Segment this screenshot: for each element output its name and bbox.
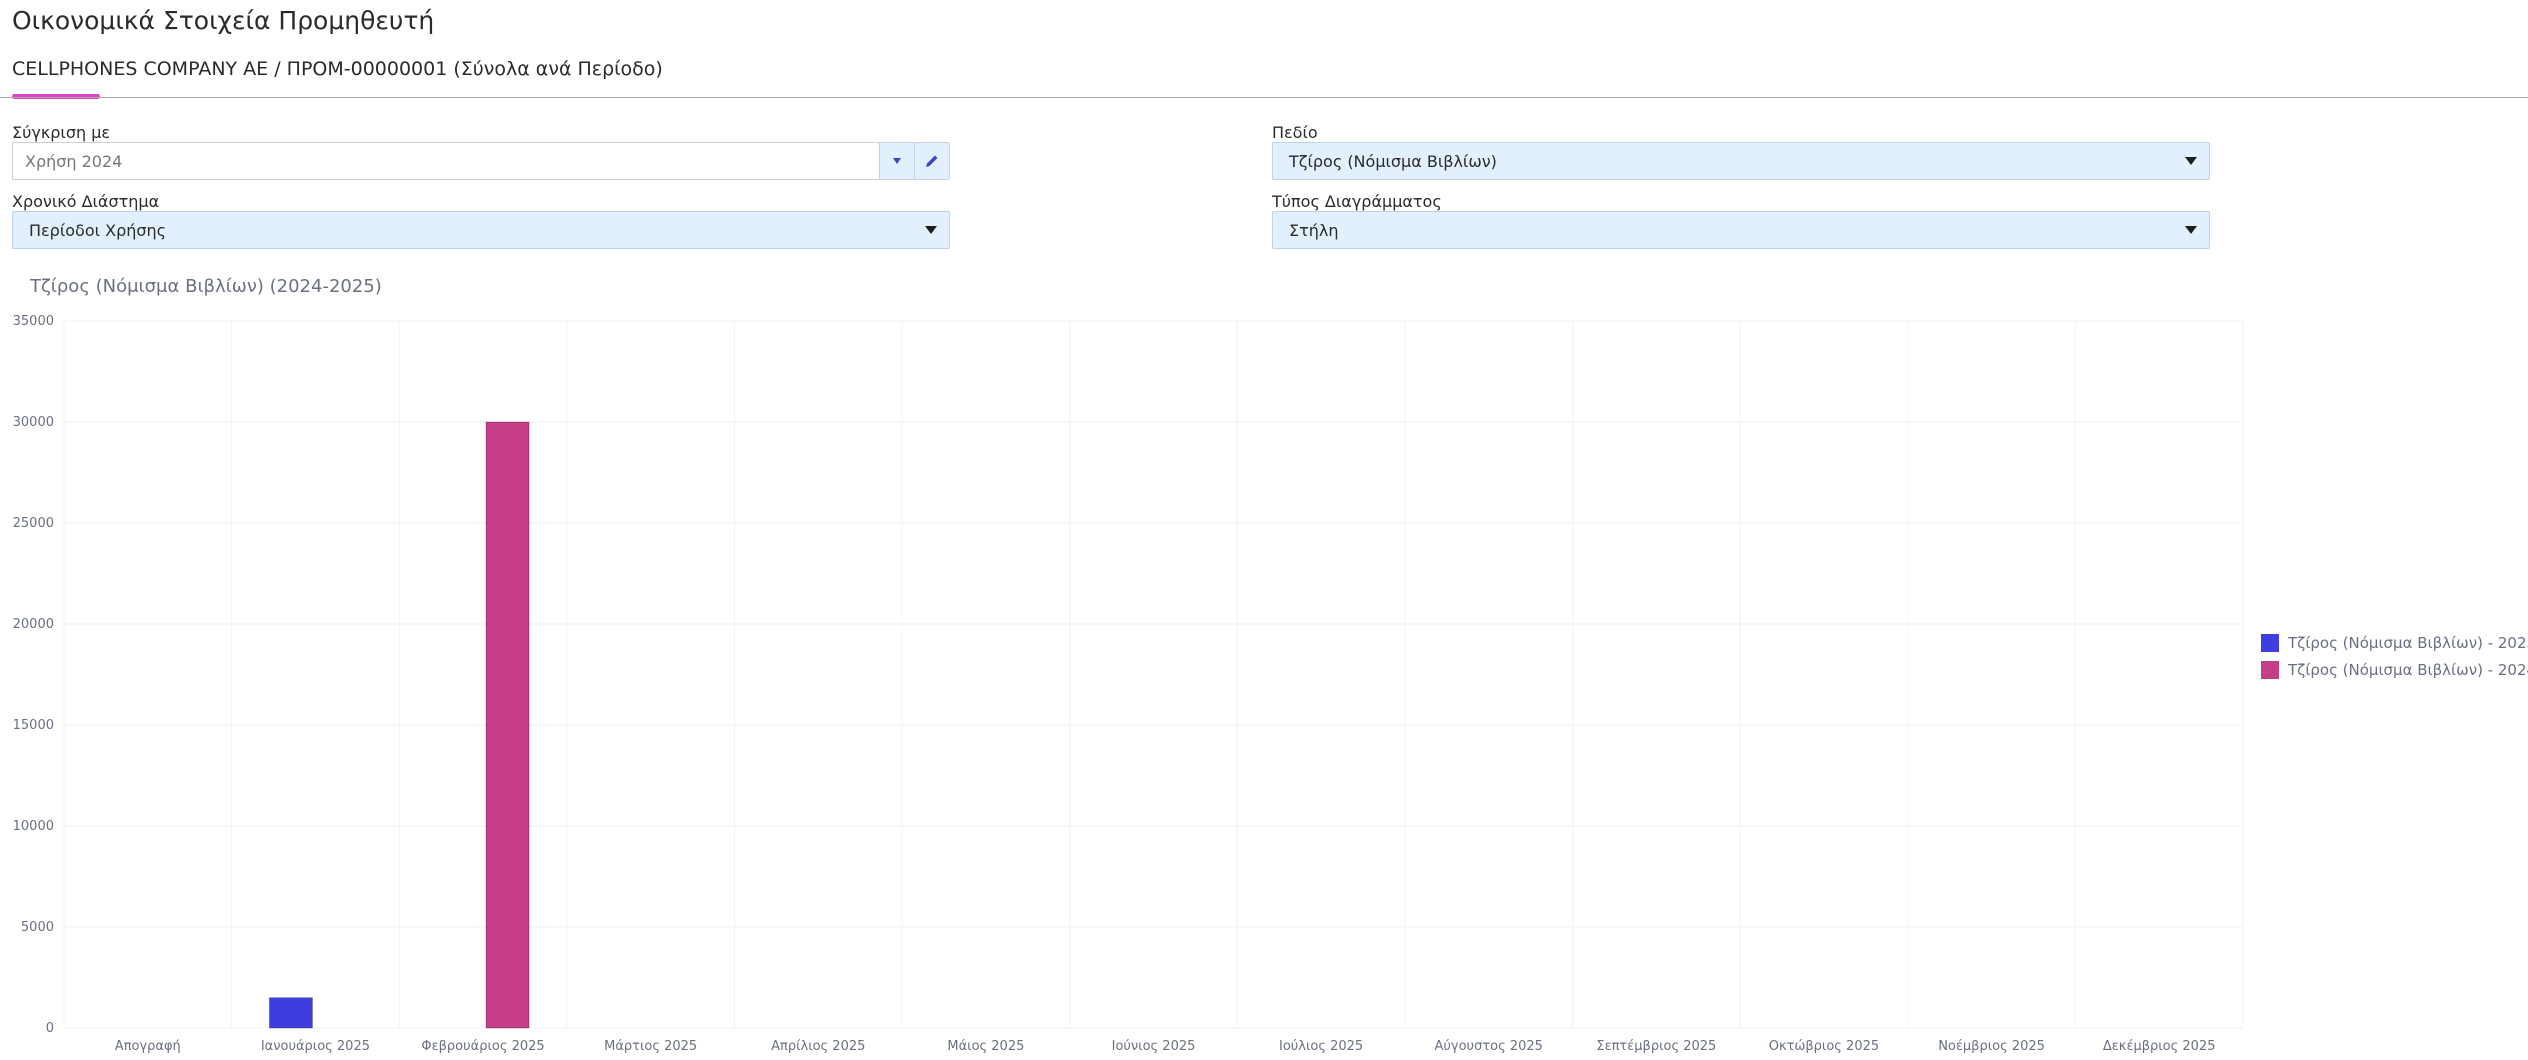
compare-field[interactable]: Χρήση 2024 (12, 142, 950, 180)
compare-label: Σύγκριση με (12, 123, 111, 142)
x-tick-label: Ιούλιος 2025 (1279, 1039, 1363, 1054)
legend-label: Τζίρος (Νόμισμα Βιβλίων) - 2024 (2287, 661, 2528, 679)
y-tick-label: 15000 (13, 718, 54, 733)
x-tick-label: Ιούνιος 2025 (1112, 1039, 1196, 1054)
y-tick-label: 30000 (13, 415, 54, 430)
chart-title: Τζίρος (Νόμισμα Βιβλίων) (2024-2025) (30, 276, 382, 297)
y-tick-label: 20000 (13, 617, 54, 632)
legend-label: Τζίρος (Νόμισμα Βιβλίων) - 2025 (2287, 634, 2528, 652)
y-tick-label: 0 (46, 1021, 54, 1036)
field-select-value: Τζίρος (Νόμισμα Βιβλίων) (1289, 151, 1497, 171)
x-tick-label: Οκτώβριος 2025 (1769, 1039, 1879, 1054)
caret-down-icon (2185, 226, 2197, 234)
x-tick-label: Δεκέμβριος 2025 (2103, 1039, 2216, 1054)
x-tick-label: Απρίλιος 2025 (771, 1039, 865, 1054)
bar (268, 997, 313, 1029)
compare-edit-button[interactable] (914, 143, 949, 179)
chart-type-select-value: Στήλη (1289, 220, 1339, 240)
x-tick-label: Μάρτιος 2025 (604, 1039, 697, 1054)
bar (485, 421, 530, 1029)
y-tick-label: 10000 (13, 819, 54, 834)
legend-swatch (2261, 661, 2279, 679)
pencil-icon (926, 155, 938, 167)
x-tick-label: Μάιος 2025 (947, 1039, 1024, 1054)
period-select[interactable]: Περίοδοι Χρήσης (12, 211, 950, 249)
y-tick-label: 35000 (13, 314, 54, 329)
x-tick-label: Αύγουστος 2025 (1435, 1039, 1543, 1054)
compare-value[interactable]: Χρήση 2024 (13, 152, 879, 171)
bar-chart: 0 5000 10000 15000 20000 25000 30000 35000 Απογρ… (13, 314, 2528, 1054)
x-tick-label: Ιανουάριος 2025 (261, 1039, 370, 1054)
chevron-down-icon (893, 158, 901, 164)
field-select[interactable]: Τζίρος (Νόμισμα Βιβλίων) (1272, 142, 2210, 180)
field-label: Πεδίο (1272, 123, 1318, 142)
caret-down-icon (2185, 157, 2197, 165)
caret-down-icon (925, 226, 937, 234)
y-tick-label: 5000 (21, 920, 54, 935)
x-tick-label: Φεβρουάριος 2025 (421, 1039, 544, 1054)
y-tick-label: 25000 (13, 516, 54, 531)
legend-swatch (2261, 634, 2279, 652)
tab-divider (0, 97, 2528, 98)
tab-supplier-totals[interactable]: CELLPHONES COMPANY AE / ΠΡΟΜ-00000001 (Σ… (12, 58, 663, 80)
x-tick-label: Νοέμβριος 2025 (1938, 1039, 2045, 1054)
compare-dropdown-button[interactable] (879, 143, 914, 179)
period-select-value: Περίοδοι Χρήσης (29, 220, 167, 240)
x-tick-label: Απογραφή (115, 1039, 181, 1054)
page-title: Οικονομικά Στοιχεία Προμηθευτή (12, 6, 435, 35)
period-label: Χρονικό Διάστημα (12, 192, 160, 211)
x-tick-label: Σεπτέμβριος 2025 (1596, 1039, 1716, 1054)
chart-type-select[interactable]: Στήλη (1272, 211, 2210, 249)
chart-type-label: Τύπος Διαγράμματος (1272, 192, 1442, 211)
